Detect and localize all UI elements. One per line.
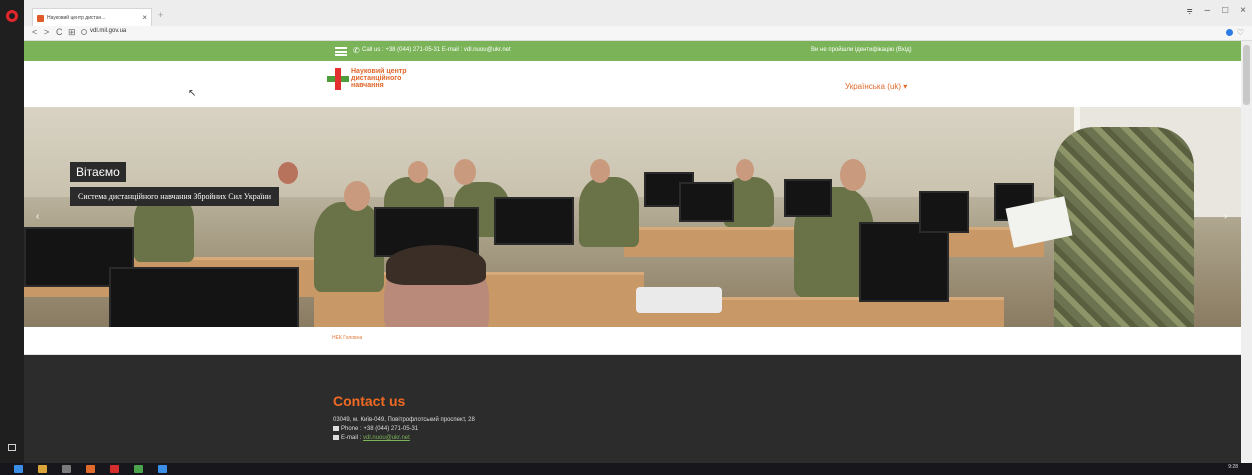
- reload-icon[interactable]: C: [56, 27, 63, 37]
- footer-email-label: E-mail :: [341, 435, 364, 442]
- browser-tab[interactable]: Науковий центр дистан... ×: [32, 8, 152, 26]
- footer-phone: Phone : +38 (044) 271-05-31: [333, 426, 418, 432]
- start-icon[interactable]: [14, 465, 23, 473]
- monitor: [109, 267, 299, 327]
- window-controls: ⩦ – □ ×: [1187, 5, 1246, 16]
- scroll-thumb[interactable]: [1243, 45, 1250, 105]
- web-page: ✆ Call us : +38 (044) 271-05-31 E-mail :…: [24, 41, 1241, 463]
- front-student-hair: [386, 245, 486, 285]
- monitor: [784, 179, 832, 217]
- student-head: [454, 159, 476, 185]
- address-bar: < > C ⊞ vdl.mil.gov.ua ♡: [24, 26, 1252, 41]
- logo-line: навчання: [351, 82, 384, 89]
- student-head: [408, 161, 428, 183]
- taskbar-app-icon[interactable]: [158, 465, 167, 473]
- phone-icon: [333, 426, 339, 431]
- page-scrollbar[interactable]: [1241, 41, 1252, 463]
- language-selector[interactable]: Українська (uk) ▾: [845, 82, 907, 91]
- file-explorer-icon[interactable]: [38, 465, 47, 473]
- student-head: [278, 162, 298, 184]
- tab-close-icon[interactable]: ×: [142, 13, 147, 22]
- footer-title: Contact us: [333, 393, 406, 409]
- mouse-cursor-icon: ↖: [188, 88, 197, 99]
- new-tab-button[interactable]: +: [158, 10, 163, 20]
- os-taskbar: 9:28: [0, 463, 1252, 475]
- back-icon[interactable]: <: [32, 27, 37, 37]
- footer-email: E-mail : vdl.nuou@ukr.net: [333, 435, 410, 441]
- taskbar-app-icon[interactable]: [62, 465, 71, 473]
- heart-icon[interactable]: ♡: [1237, 28, 1244, 37]
- slider-prev-icon[interactable]: ‹: [36, 211, 39, 222]
- site-logo-text[interactable]: Науковий центр дистанційного навчання: [351, 68, 431, 89]
- login-link[interactable]: Ви не пройшли ідентифікацію (Вхід): [811, 47, 912, 53]
- monitor: [494, 197, 574, 245]
- projector: [636, 287, 722, 313]
- student-head: [590, 159, 610, 183]
- monitor: [919, 191, 969, 233]
- topbar-contacts: Call us : +38 (044) 271-05-31 E-mail : v…: [362, 47, 511, 53]
- hero-welcome-title: Вітаємо: [70, 162, 126, 182]
- speed-dial-icon[interactable]: ⊞: [68, 27, 76, 38]
- student-head: [344, 181, 370, 211]
- hero-slider: Вітаємо Система дистанційного навчання З…: [24, 107, 1241, 327]
- opera-logo-icon[interactable]: [6, 10, 18, 22]
- hero-subtitle: Система дистанційного навчання Збройних …: [70, 187, 280, 206]
- close-window-icon[interactable]: ×: [1240, 5, 1246, 16]
- slider-next-icon[interactable]: ›: [1224, 211, 1227, 222]
- site-header: Науковий центр дистанційного навчання ↖ …: [24, 61, 1241, 107]
- tab-title: Науковий центр дистан...: [47, 15, 106, 21]
- taskbar-clock[interactable]: 9:28: [1228, 464, 1238, 470]
- maximize-icon[interactable]: □: [1222, 5, 1228, 16]
- footer-phone-text: Phone : +38 (044) 271-05-31: [341, 426, 419, 433]
- site-footer: Contact us 03049, м. Київ-049, Повітрофл…: [24, 355, 1241, 463]
- url-field[interactable]: vdl.mil.gov.ua: [90, 28, 126, 34]
- monitor: [859, 222, 949, 302]
- phone-icon: ✆: [353, 46, 360, 55]
- site-favicon-icon: [37, 15, 44, 22]
- vpn-icon[interactable]: [1225, 29, 1233, 36]
- student-head: [736, 159, 754, 181]
- site-logo-icon[interactable]: [327, 68, 349, 90]
- site-topbar: ✆ Call us : +38 (044) 271-05-31 E-mail :…: [24, 41, 1241, 61]
- tab-strip: Науковий центр дистан... × + ⩦ – □ ×: [24, 0, 1252, 26]
- logo-line: дистанційного: [351, 75, 402, 82]
- security-icon[interactable]: [81, 29, 87, 35]
- footer-email-link[interactable]: vdl.nuou@ukr.net: [363, 435, 410, 441]
- instructor: [1054, 127, 1194, 327]
- monitor: [679, 182, 734, 222]
- taskbar-app-icon[interactable]: [134, 465, 143, 473]
- footer-address: 03049, м. Київ-049, Повітрофлотський про…: [333, 417, 475, 423]
- student-head: [840, 159, 866, 191]
- taskbar-app-icon[interactable]: [86, 465, 95, 473]
- forward-icon[interactable]: >: [44, 27, 49, 37]
- opera-taskbar-icon[interactable]: [110, 465, 119, 473]
- envelope-icon: [333, 435, 339, 440]
- sidebar-toggle-icon[interactable]: [8, 444, 16, 451]
- breadcrumb[interactable]: НЕК Головна: [332, 335, 362, 341]
- address-bar-actions: ♡: [1225, 28, 1244, 37]
- breadcrumb-bar: НЕК Головна: [24, 327, 1241, 355]
- logo-line: Науковий центр: [351, 68, 407, 75]
- student: [579, 177, 639, 247]
- easy-setup-icon[interactable]: ⩦: [1187, 5, 1193, 16]
- minimize-icon[interactable]: –: [1205, 5, 1211, 16]
- hamburger-menu-icon[interactable]: [335, 47, 347, 56]
- browser-sidebar: [0, 0, 24, 463]
